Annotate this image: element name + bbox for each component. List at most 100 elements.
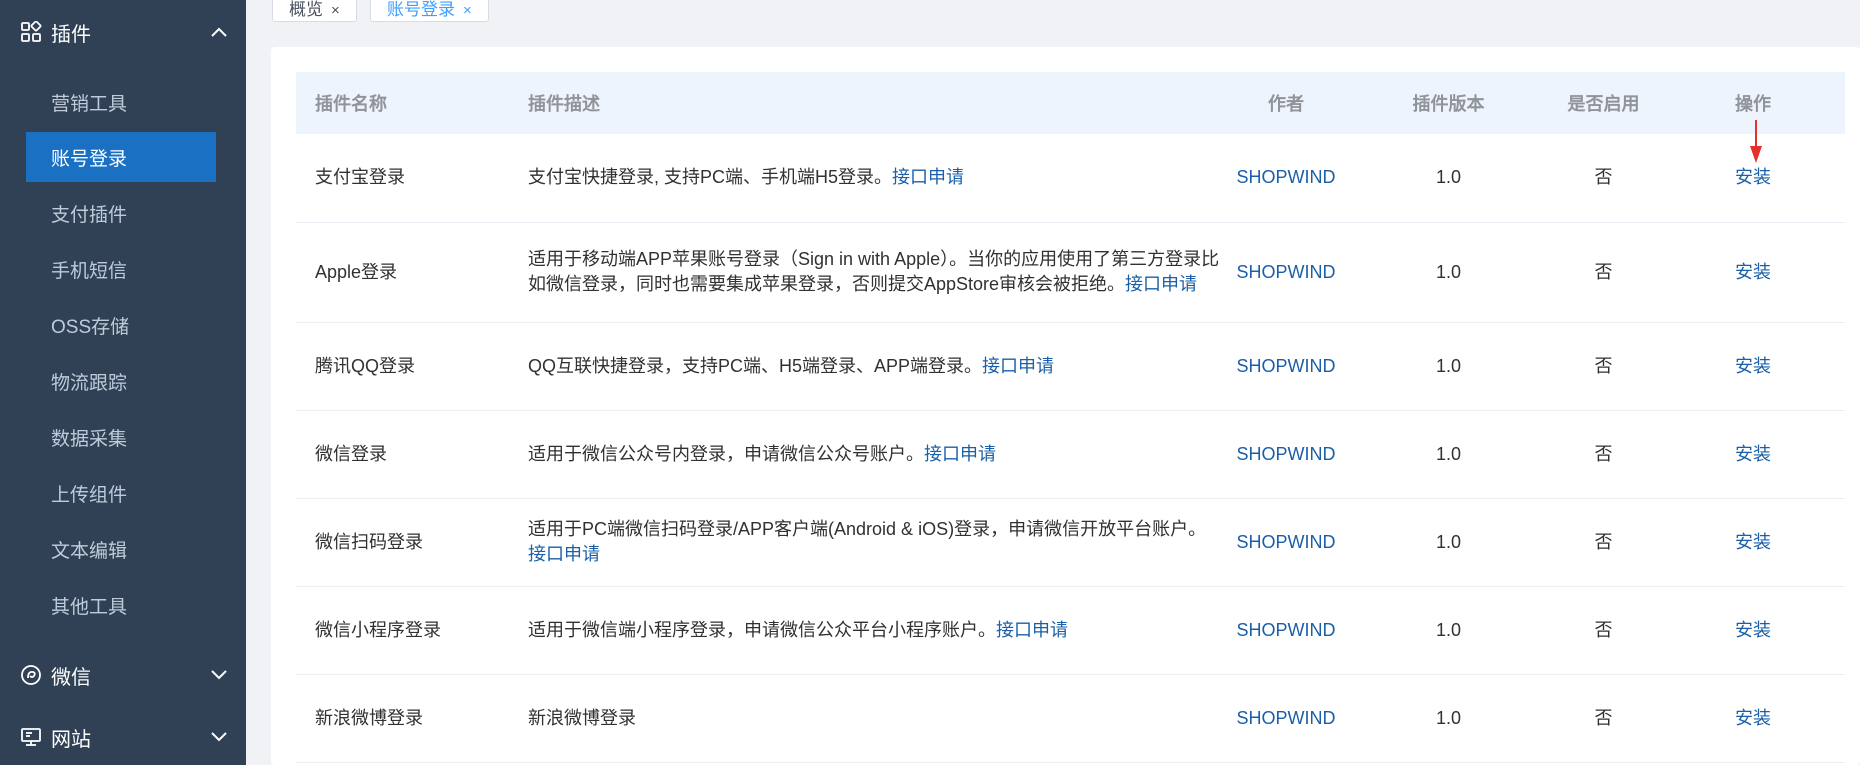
- header-enabled: 是否启用: [1546, 72, 1661, 134]
- sidebar-group-wechat[interactable]: 微信: [0, 650, 246, 700]
- tag-label: 概览: [289, 0, 323, 19]
- author-cell: SHOPWIND: [1221, 498, 1351, 587]
- install-button[interactable]: 安装: [1735, 708, 1771, 728]
- sidebar-item[interactable]: OSS存储: [26, 300, 216, 350]
- author-cell: SHOPWIND: [1221, 322, 1351, 411]
- plugin-description: 新浪微博登录: [509, 674, 1221, 763]
- install-button[interactable]: 安装: [1735, 620, 1771, 640]
- table-header-row: 插件名称 插件描述 作者 插件版本 是否启用 操作: [296, 72, 1845, 134]
- annotation-arrow-icon: [1750, 120, 1762, 163]
- description-text: 适用于微信端小程序登录，申请微信公众平台小程序账户。: [528, 619, 996, 640]
- plugin-version: 1.0: [1351, 498, 1546, 587]
- author-link[interactable]: SHOPWIND: [1237, 444, 1336, 464]
- sidebar-group-label: 微信: [51, 666, 91, 689]
- enabled-status: 否: [1546, 322, 1661, 411]
- action-cell: 安装: [1661, 586, 1845, 675]
- install-button[interactable]: 安装: [1735, 167, 1771, 187]
- sidebar-item[interactable]: 物流跟踪: [26, 356, 216, 406]
- plugin-name: 微信扫码登录: [296, 498, 509, 587]
- apply-api-link[interactable]: 接口申请: [982, 356, 1054, 376]
- plugin-description: 适用于微信公众号内登录，申请微信公众号账户。接口申请: [509, 410, 1221, 499]
- enabled-status: 否: [1546, 410, 1661, 499]
- description-text: 适用于PC端微信扫码登录/APP客户端(Android & iOS)登录，申请微…: [528, 519, 1207, 539]
- plugin-name: 支付宝登录: [296, 134, 509, 223]
- plugins-table: 插件名称 插件描述 作者 插件版本 是否启用 操作 支付宝登录 支付宝快捷登录, …: [296, 72, 1845, 763]
- plugin-name: 新浪微博登录: [296, 674, 509, 763]
- enabled-status: 否: [1546, 222, 1661, 323]
- plugin-version: 1.0: [1351, 222, 1546, 323]
- sidebar-item[interactable]: 支付插件: [26, 188, 216, 238]
- install-button[interactable]: 安装: [1735, 444, 1771, 464]
- install-button[interactable]: 安装: [1735, 262, 1771, 282]
- header-desc: 插件描述: [509, 72, 1221, 134]
- apply-api-link[interactable]: 接口申请: [528, 544, 600, 564]
- table-row: 微信扫码登录 适用于PC端微信扫码登录/APP客户端(Android & iOS)…: [296, 498, 1845, 587]
- author-link[interactable]: SHOPWIND: [1237, 262, 1336, 282]
- apply-api-link[interactable]: 接口申请: [892, 167, 964, 187]
- plugin-version: 1.0: [1351, 674, 1546, 763]
- sidebar-item[interactable]: 数据采集: [26, 412, 216, 462]
- close-icon[interactable]: ×: [463, 3, 472, 18]
- sidebar-group-website[interactable]: 网站: [0, 712, 246, 762]
- plugin-version: 1.0: [1351, 322, 1546, 411]
- plugin-description: QQ互联快捷登录，支持PC端、H5端登录、APP端登录。接口申请: [509, 322, 1221, 411]
- table-row: 微信小程序登录 适用于微信端小程序登录，申请微信公众平台小程序账户。接口申请 SHO…: [296, 586, 1845, 675]
- header-version: 插件版本: [1351, 72, 1546, 134]
- monitor-icon: [20, 726, 42, 748]
- header-author: 作者: [1221, 72, 1351, 134]
- author-link[interactable]: SHOPWIND: [1237, 167, 1336, 187]
- tag-overview[interactable]: 概览 ×: [272, 0, 357, 22]
- plugin-description: 适用于微信端小程序登录，申请微信公众平台小程序账户。接口申请: [509, 586, 1221, 675]
- plugin-version: 1.0: [1351, 134, 1546, 223]
- enabled-status: 否: [1546, 134, 1661, 223]
- enabled-status: 否: [1546, 674, 1661, 763]
- install-button[interactable]: 安装: [1735, 356, 1771, 376]
- sidebar-item[interactable]: 上传组件: [26, 468, 216, 518]
- chevron-down-icon: [210, 728, 228, 746]
- wechat-icon: [20, 664, 42, 686]
- apply-api-link[interactable]: 接口申请: [924, 444, 996, 464]
- author-link[interactable]: SHOPWIND: [1237, 356, 1336, 376]
- action-cell: 安装: [1661, 222, 1845, 323]
- table-row: 支付宝登录 支付宝快捷登录, 支持PC端、手机端H5登录。接口申请 SHOPWIND…: [296, 134, 1845, 223]
- action-cell: 安装: [1661, 410, 1845, 499]
- sidebar-item[interactable]: 其他工具: [26, 580, 216, 630]
- sidebar-item[interactable]: 营销工具: [26, 77, 216, 127]
- author-link[interactable]: SHOPWIND: [1237, 620, 1336, 640]
- enabled-status: 否: [1546, 586, 1661, 675]
- apply-api-link[interactable]: 接口申请: [1125, 274, 1197, 294]
- sidebar-group-label: 网站: [51, 728, 91, 751]
- sidebar-group-plugins[interactable]: 插件: [0, 7, 246, 57]
- table-row: 腾讯QQ登录 QQ互联快捷登录，支持PC端、H5端登录、APP端登录。接口申请 SH…: [296, 322, 1845, 411]
- author-link[interactable]: SHOPWIND: [1237, 532, 1336, 552]
- close-icon[interactable]: ×: [331, 3, 340, 18]
- sidebar-item[interactable]: 账号登录: [26, 132, 216, 182]
- table-row: 新浪微博登录 新浪微博登录 SHOPWIND 1.0 否 安装: [296, 674, 1845, 763]
- description-text: 支付宝快捷登录, 支持PC端、手机端H5登录。: [528, 167, 893, 188]
- table-row: Apple登录 适用于移动端APP苹果账号登录（Sign in with Appl…: [296, 222, 1845, 323]
- sidebar-group-label: 插件: [51, 23, 91, 46]
- grid-icon: [20, 21, 42, 43]
- plugin-description: 适用于PC端微信扫码登录/APP客户端(Android & iOS)登录，申请微…: [509, 498, 1221, 587]
- sidebar-item[interactable]: 文本编辑: [26, 524, 216, 574]
- plugin-description: 适用于移动端APP苹果账号登录（Sign in with Apple）。当你的应…: [509, 222, 1221, 323]
- plugin-name: 腾讯QQ登录: [296, 322, 509, 411]
- author-cell: SHOPWIND: [1221, 134, 1351, 223]
- plugin-version: 1.0: [1351, 410, 1546, 499]
- author-cell: SHOPWIND: [1221, 410, 1351, 499]
- tag-label: 账号登录: [387, 0, 455, 19]
- sidebar-item[interactable]: 手机短信: [26, 244, 216, 294]
- action-cell: 安装: [1661, 322, 1845, 411]
- header-name: 插件名称: [296, 72, 509, 134]
- apply-api-link[interactable]: 接口申请: [996, 620, 1068, 640]
- chevron-down-icon: [210, 666, 228, 684]
- plugin-version: 1.0: [1351, 586, 1546, 675]
- author-link[interactable]: SHOPWIND: [1237, 708, 1336, 728]
- plugin-description: 支付宝快捷登录, 支持PC端、手机端H5登录。接口申请: [509, 134, 1221, 223]
- action-cell: 安装: [1661, 498, 1845, 587]
- install-button[interactable]: 安装: [1735, 532, 1771, 552]
- enabled-status: 否: [1546, 498, 1661, 587]
- plugin-name: 微信登录: [296, 410, 509, 499]
- tag-account-login[interactable]: 账号登录 ×: [370, 0, 489, 22]
- plugin-name: 微信小程序登录: [296, 586, 509, 675]
